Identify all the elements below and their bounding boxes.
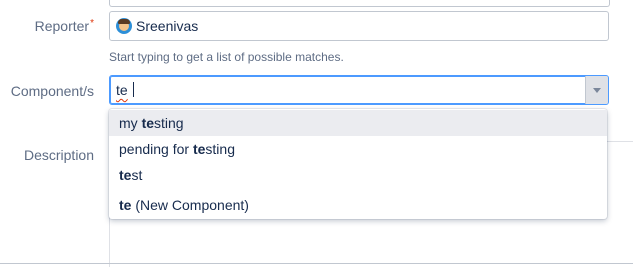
description-label: Description [23,147,94,163]
suggestion-item[interactable]: my testing [109,110,607,136]
reporter-value: Sreenivas [136,18,199,34]
chevron-down-icon [593,88,601,93]
previous-field-bottom [109,0,610,7]
suggestion-item[interactable]: pending for testing [109,136,607,162]
suggestion-item[interactable]: test [109,162,607,188]
reporter-field[interactable]: Sreenivas [109,11,609,41]
component-dropdown-button[interactable] [585,76,608,104]
reporter-label: Reporter* [34,18,94,34]
required-marker: * [90,18,94,29]
component-input-field[interactable]: te [109,75,609,105]
component-label: Component/s [10,83,94,99]
user-avatar-icon [116,18,132,34]
suggestion-new-component[interactable]: te (New Component) [109,192,607,218]
text-caret [133,82,134,97]
reporter-hint: Start typing to get a list of possible m… [109,50,344,64]
component-input[interactable]: te [116,82,128,98]
component-suggestions-list: my testing pending for testing test te (… [109,109,607,219]
divider [0,263,633,264]
